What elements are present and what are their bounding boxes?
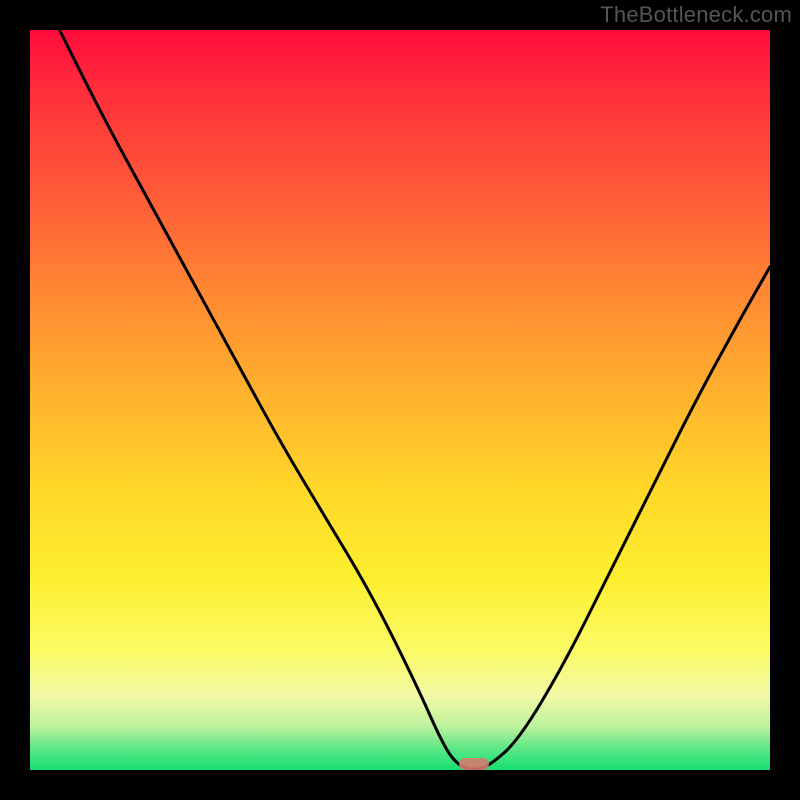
minimum-marker [459, 758, 489, 770]
curve-path [60, 30, 770, 769]
bottleneck-curve [30, 30, 770, 770]
plot-area [30, 30, 770, 770]
watermark-text: TheBottleneck.com [600, 2, 792, 28]
chart-frame: TheBottleneck.com [0, 0, 800, 800]
